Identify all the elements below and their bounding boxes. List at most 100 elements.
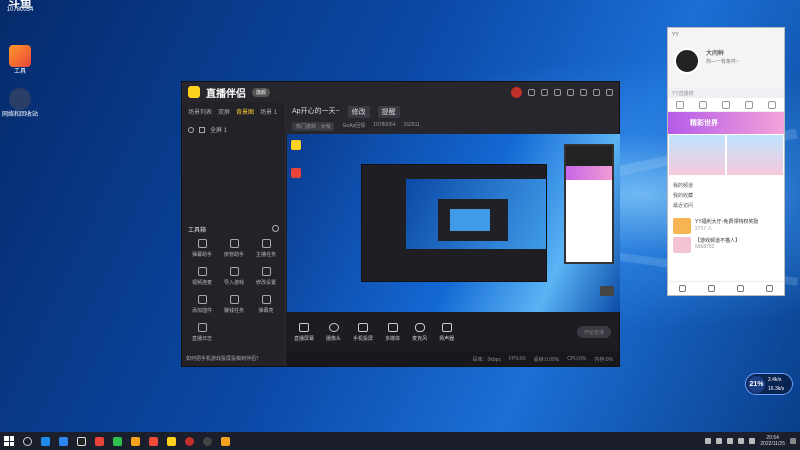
channel-title: 【游戏频道不猫人】 — [695, 238, 741, 244]
desktop-icon-douyu[interactable]: 斗鱼 10780054 — [2, 0, 38, 14]
stream-preview[interactable] — [287, 134, 620, 312]
tray-icon[interactable] — [716, 438, 723, 444]
danmu-icon — [197, 239, 207, 248]
skin-icon[interactable] — [554, 88, 561, 96]
version-badge[interactable]: 旗舰 — [252, 87, 271, 97]
add-icon[interactable] — [766, 285, 773, 292]
desktop-icon-label: 10780054 — [6, 7, 34, 13]
microphone-button[interactable]: 麦克风 — [412, 322, 427, 342]
help-tip[interactable]: 如何把手机游戏投屏投稿到伴侣？ — [186, 355, 261, 362]
yy-banner[interactable]: 精彩世界 — [668, 112, 784, 134]
yy-user-name[interactable]: 大闹鲜 — [706, 48, 724, 57]
tool-room-admin[interactable]: 房管助手 — [218, 239, 250, 258]
tray-icon[interactable] — [705, 438, 712, 444]
tool-settings[interactable]: 修改设置 — [250, 267, 282, 286]
menu-icon[interactable] — [679, 285, 686, 292]
yy-channel-item[interactable]: YY福利大厅-免费领特权奖励 2717 人 — [673, 218, 779, 234]
camera-icon — [328, 322, 339, 332]
yy-picture-row[interactable] — [668, 134, 784, 176]
tool-earn[interactable]: 赚钱任务 — [218, 295, 250, 314]
lock-icon[interactable] — [199, 126, 205, 133]
tool-danmu[interactable]: 弹幕助手 — [186, 239, 218, 258]
close-icon[interactable] — [606, 88, 613, 96]
tray-icon[interactable] — [738, 438, 745, 444]
message-icon[interactable] — [708, 285, 715, 292]
meta-label: GoAp回馈 — [342, 123, 366, 129]
settings-icon[interactable] — [528, 88, 535, 96]
desktop-icon-tools[interactable]: 工具 — [2, 45, 38, 76]
yy-signature[interactable]: 你—一有条件~ — [706, 58, 739, 65]
app-icon[interactable] — [203, 436, 212, 446]
yy-search-input[interactable]: YY直播搜 — [668, 88, 784, 98]
tool-log[interactable]: 直播日志 — [186, 323, 218, 342]
yy-channel-item[interactable]: 【游戏频道不猫人】 5668782 — [673, 237, 779, 253]
message-icon[interactable] — [541, 88, 548, 96]
home-icon[interactable] — [675, 100, 684, 109]
tab-scene-list[interactable]: 场景列表 — [188, 107, 212, 116]
tool-tasks[interactable]: 主播任务 — [250, 239, 282, 258]
screen-capture-button[interactable]: 直播屏幕 — [294, 322, 314, 342]
app-icon[interactable] — [167, 436, 176, 446]
settings-icon[interactable] — [737, 285, 744, 292]
media-button[interactable]: 多媒体 — [385, 322, 400, 342]
desktop-icon-label: 网络和回收站 — [2, 112, 39, 118]
notification-icon[interactable] — [790, 438, 796, 444]
user-icon[interactable] — [698, 100, 707, 109]
tab-background[interactable]: 背景图 — [236, 107, 254, 116]
tool-barrage[interactable]: 弹幕亮 — [250, 295, 282, 314]
more-icon[interactable] — [768, 100, 777, 109]
browser-icon[interactable] — [59, 436, 68, 446]
yy-avatar[interactable] — [674, 48, 700, 74]
phone-cast-button[interactable]: 手机投屏 — [353, 322, 373, 342]
menu-icon[interactable] — [567, 88, 574, 96]
more-icon[interactable] — [272, 225, 279, 232]
search-icon[interactable] — [23, 436, 32, 446]
chat-icon[interactable] — [721, 100, 730, 109]
camera-button[interactable]: 摄像头 — [326, 322, 341, 342]
tool-label: 导入游戏 — [223, 280, 244, 286]
preview-desktop-icon — [291, 140, 301, 150]
volume-icon[interactable] — [749, 438, 756, 444]
edge-icon[interactable] — [41, 436, 50, 446]
app-icon[interactable] — [131, 436, 140, 446]
nested-preview-inner — [450, 209, 490, 231]
log-icon — [197, 323, 207, 332]
yy-list-item[interactable]: 我的收藏 — [673, 192, 779, 199]
stream-title[interactable]: Ap开心的一天~ — [292, 106, 340, 118]
tool-video-link[interactable]: 视频连麦 — [186, 267, 218, 286]
tool-import[interactable]: 导入游戏 — [218, 267, 250, 286]
maximize-icon[interactable] — [593, 88, 600, 96]
status-cpu: CPU:0% — [567, 356, 587, 362]
category-tag[interactable]: 热门游戏 · 大咖 — [292, 122, 335, 131]
tray-icon[interactable] — [727, 438, 734, 444]
fullscreen-icon[interactable] — [600, 286, 614, 296]
edit-title-button[interactable]: 修改 — [347, 106, 370, 118]
app-icon[interactable] — [95, 436, 104, 446]
tab-scene-1[interactable]: 场景 1 — [260, 107, 277, 116]
tool-plugin[interactable]: 添加插件 — [186, 295, 218, 314]
yy-title: YY — [672, 32, 679, 38]
clock[interactable]: 20:54 2022/11/25 — [760, 435, 785, 447]
app-icon[interactable] — [149, 436, 158, 446]
start-button[interactable] — [4, 436, 14, 446]
app-icon[interactable] — [185, 436, 194, 446]
yy-list-item[interactable]: 我的频道 — [673, 182, 779, 189]
notice-button[interactable]: 提醒 — [377, 106, 400, 118]
tab-dual-screen[interactable]: 双屏 — [218, 107, 230, 116]
streaming-app-taskbar-icon[interactable] — [221, 436, 230, 446]
minimize-icon[interactable] — [580, 88, 587, 96]
desktop-icon-network[interactable]: 网络和回收站 — [2, 88, 38, 119]
user-avatar[interactable] — [511, 86, 522, 98]
speaker-button[interactable]: 扬声器 — [439, 322, 454, 342]
net-speed-widget[interactable]: 21% 2.4k/s 16.3k/s — [745, 373, 793, 395]
game-icon[interactable] — [745, 100, 754, 109]
scene-item[interactable]: 全屏 1 — [182, 121, 285, 138]
wechat-icon[interactable] — [113, 436, 122, 446]
tools-heading: 工具箱 — [188, 228, 207, 234]
app-logo-icon — [188, 86, 200, 98]
qq-icon[interactable] — [77, 436, 86, 446]
eye-icon[interactable] — [188, 126, 194, 133]
microphone-icon — [414, 322, 425, 332]
go-live-button[interactable]: 开始直播 — [577, 326, 611, 338]
yy-list-item[interactable]: 最近访问 — [673, 202, 779, 209]
